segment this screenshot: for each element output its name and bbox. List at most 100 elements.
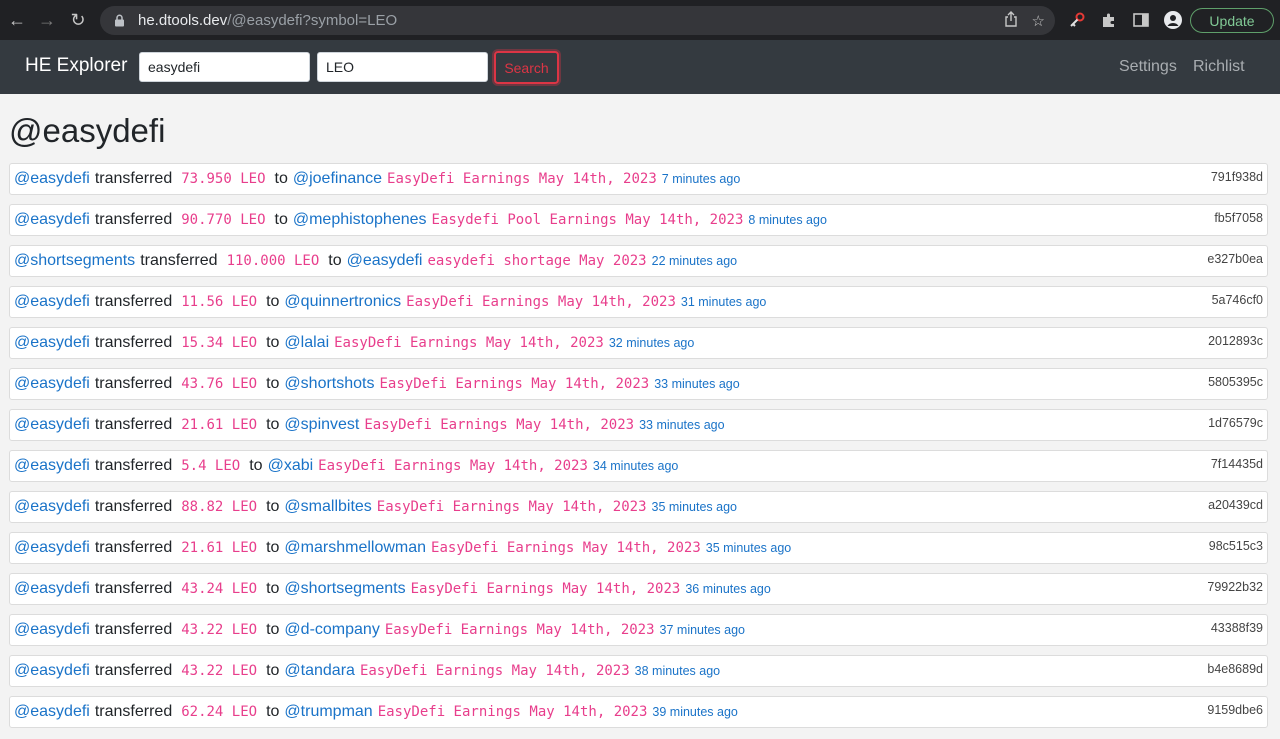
transfer-verb: transferred [94, 416, 173, 433]
transfer-amount: 43.24 LEO [181, 581, 258, 597]
search-button[interactable]: Search [494, 51, 559, 84]
side-panel-icon[interactable] [1130, 9, 1152, 31]
key-extension-icon[interactable] [1066, 9, 1088, 31]
transfer-row: @shortsegments transferred 110.000 LEO t… [9, 245, 1268, 277]
brand-logo[interactable]: HE Explorer [25, 55, 127, 77]
page-title: @easydefi [9, 112, 166, 149]
richlist-link[interactable]: Richlist [1193, 58, 1245, 76]
transfer-row: @easydefi transferred 43.24 LEO to @shor… [9, 573, 1268, 605]
from-account-link[interactable]: @easydefi [14, 170, 90, 188]
to-account-link[interactable]: @xabi [268, 457, 314, 475]
transfer-amount: 110.000 LEO [226, 253, 320, 269]
account-input[interactable] [139, 52, 310, 82]
transfer-time: 34 minutes ago [592, 459, 679, 473]
to-account-link[interactable]: @tandara [284, 662, 355, 680]
forward-icon[interactable]: → [32, 5, 62, 35]
to-account-link[interactable]: @mephistophenes [293, 211, 427, 229]
transfer-time: 32 minutes ago [608, 336, 695, 350]
transfer-verb: transferred [94, 662, 173, 679]
transaction-hash[interactable]: 9159dbe6 [1207, 703, 1263, 717]
transfer-memo: EasyDefi Earnings May 14th, 2023 [410, 581, 681, 597]
from-account-link[interactable]: @easydefi [14, 703, 90, 721]
from-account-link[interactable]: @easydefi [14, 334, 90, 352]
from-account-link[interactable]: @easydefi [14, 375, 90, 393]
transaction-hash[interactable]: a20439cd [1208, 498, 1263, 512]
to-word: to [266, 498, 280, 515]
to-account-link[interactable]: @quinnertronics [284, 293, 401, 311]
transaction-hash[interactable]: 791f938d [1211, 170, 1263, 184]
transfer-memo: EasyDefi Earnings May 14th, 2023 [387, 171, 657, 187]
settings-link[interactable]: Settings [1119, 58, 1177, 76]
transfer-verb: transferred [94, 539, 173, 556]
transaction-hash[interactable]: 98c515c3 [1209, 539, 1263, 553]
transaction-hash[interactable]: e327b0ea [1207, 252, 1263, 266]
transfer-amount: 43.76 LEO [181, 376, 258, 392]
update-button[interactable]: Update [1190, 8, 1274, 33]
to-account-link[interactable]: @shortsegments [284, 580, 405, 598]
to-account-link[interactable]: @lalai [284, 334, 329, 352]
symbol-input[interactable] [317, 52, 488, 82]
lock-icon [112, 14, 126, 28]
app-navbar: HE Explorer Search Settings Richlist [0, 40, 1280, 94]
transfer-row: @easydefi transferred 5.4 LEO to @xabi E… [9, 450, 1268, 482]
from-account-link[interactable]: @easydefi [14, 662, 90, 680]
transaction-hash[interactable]: 1d76579c [1208, 416, 1263, 430]
transfer-row: @easydefi transferred 73.950 LEO to @joe… [9, 163, 1268, 195]
transaction-hash[interactable]: b4e8689d [1207, 662, 1263, 676]
from-account-link[interactable]: @easydefi [14, 621, 90, 639]
to-account-link[interactable]: @d-company [284, 621, 379, 639]
to-account-link[interactable]: @easydefi [347, 252, 423, 270]
from-account-link[interactable]: @easydefi [14, 457, 90, 475]
from-account-link[interactable]: @easydefi [14, 498, 90, 516]
transfer-memo: easydefi shortage May 2023 [427, 253, 647, 269]
address-bar[interactable]: he.dtools.dev/@easydefi?symbol=LEO ☆ [100, 6, 1055, 35]
to-word: to [266, 621, 280, 638]
transfer-amount: 43.22 LEO [181, 663, 258, 679]
transfer-row: @easydefi transferred 15.34 LEO to @lala… [9, 327, 1268, 359]
transfer-row: @easydefi transferred 21.61 LEO to @mars… [9, 532, 1268, 564]
to-word: to [274, 211, 288, 228]
transfer-verb: transferred [94, 498, 173, 515]
reload-icon[interactable]: ↻ [63, 5, 93, 35]
transfer-amount: 43.22 LEO [181, 622, 258, 638]
transfer-amount: 15.34 LEO [181, 335, 258, 351]
transfer-time: 22 minutes ago [651, 254, 738, 268]
profile-avatar-icon[interactable] [1162, 9, 1184, 31]
from-account-link[interactable]: @easydefi [14, 580, 90, 598]
transaction-hash[interactable]: 79922b32 [1207, 580, 1263, 594]
to-account-link[interactable]: @spinvest [284, 416, 359, 434]
transfer-amount: 73.950 LEO [181, 171, 266, 187]
transfer-time: 35 minutes ago [705, 541, 792, 555]
transaction-hash[interactable]: 5805395c [1208, 375, 1263, 389]
from-account-link[interactable]: @easydefi [14, 293, 90, 311]
to-word: to [328, 252, 342, 269]
transaction-hash[interactable]: 7f14435d [1211, 457, 1263, 471]
url-path: /@easydefi?symbol=LEO [227, 12, 398, 29]
to-account-link[interactable]: @trumpman [284, 703, 372, 721]
transaction-hash[interactable]: 43388f39 [1211, 621, 1263, 635]
extensions-puzzle-icon[interactable] [1098, 9, 1120, 31]
transfer-memo: EasyDefi Earnings May 14th, 2023 [384, 622, 655, 638]
to-account-link[interactable]: @smallbites [284, 498, 371, 516]
transfer-verb: transferred [140, 252, 218, 269]
bookmark-star-icon[interactable]: ☆ [1032, 12, 1045, 30]
to-word: to [266, 662, 280, 679]
transfer-time: 7 minutes ago [661, 172, 741, 186]
to-account-link[interactable]: @joefinance [293, 170, 382, 188]
transfer-memo: EasyDefi Earnings May 14th, 2023 [318, 458, 588, 474]
transfer-amount: 90.770 LEO [181, 212, 266, 228]
share-icon[interactable] [1004, 10, 1018, 31]
to-account-link[interactable]: @marshmellowman [284, 539, 426, 557]
from-account-link[interactable]: @easydefi [14, 416, 90, 434]
to-word: to [249, 457, 263, 474]
from-account-link[interactable]: @easydefi [14, 211, 90, 229]
to-account-link[interactable]: @shortshots [284, 375, 374, 393]
transaction-hash[interactable]: 2012893c [1208, 334, 1263, 348]
transfer-memo: EasyDefi Earnings May 14th, 2023 [376, 499, 647, 515]
from-account-link[interactable]: @easydefi [14, 539, 90, 557]
transaction-hash[interactable]: fb5f7058 [1214, 211, 1263, 225]
back-icon[interactable]: ← [2, 5, 32, 35]
from-account-link[interactable]: @shortsegments [14, 252, 135, 270]
transaction-hash[interactable]: 5a746cf0 [1212, 293, 1263, 307]
transfer-verb: transferred [94, 703, 173, 720]
